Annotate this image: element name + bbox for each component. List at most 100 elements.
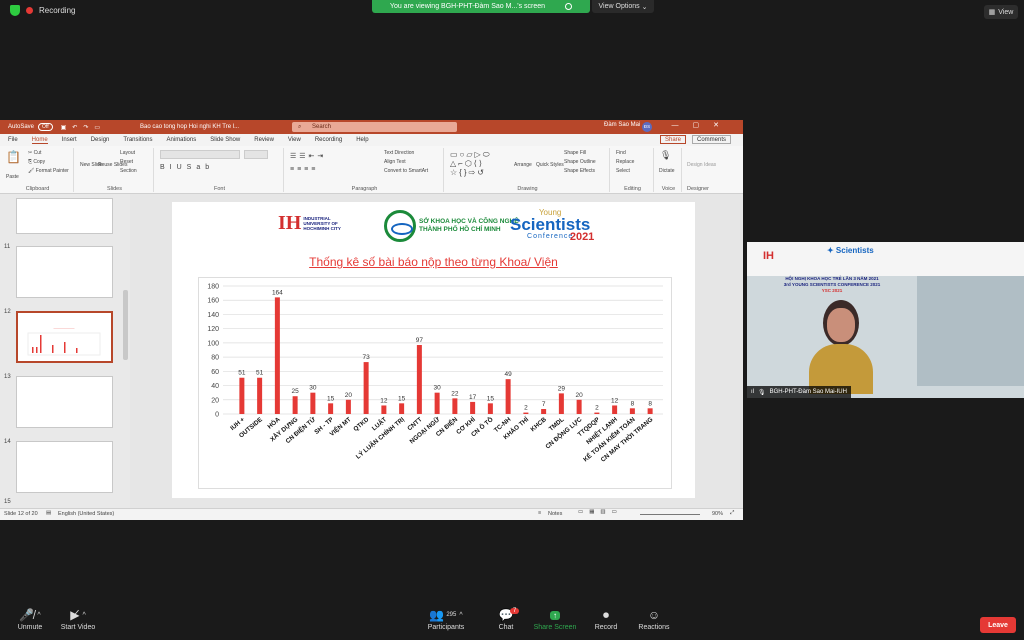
bar <box>629 408 635 414</box>
autosave-toggle[interactable]: Off <box>38 123 53 131</box>
bar <box>416 345 422 414</box>
current-slide[interactable]: IH INDUSTRIAL UNIVERSITY OF HOCHIMINH CI… <box>172 202 695 498</box>
slide-editing-area: IH INDUSTRIAL UNIVERSITY OF HOCHIMINH CI… <box>130 194 735 508</box>
recording-dot-icon <box>26 7 33 14</box>
window-controls[interactable]: —▢✕ <box>672 121 733 129</box>
dictate-button[interactable]: Dictate <box>659 168 675 174</box>
share-button[interactable]: Share <box>660 135 687 144</box>
menu-home[interactable]: Home <box>31 137 48 144</box>
menu-file[interactable]: File <box>8 137 18 143</box>
bar-chart-svg: 02040608010012014016018051IUH +51OUTSIDE… <box>207 284 663 464</box>
notes-icon: ≡ <box>538 510 542 516</box>
view-button[interactable]: ▦ View <box>984 5 1018 19</box>
iuh-banner-logo: IH <box>763 250 774 262</box>
menu-recording[interactable]: Recording <box>315 137 342 143</box>
menu-insert[interactable]: Insert <box>62 137 77 143</box>
view-mode-icons[interactable]: ▭▦▥▭ <box>578 509 623 515</box>
slide-thumbnail-11[interactable] <box>16 246 113 298</box>
slides-group: New Slide Reuse Slides Layout Reset Sect… <box>76 148 154 192</box>
thumbnail-scrollbar[interactable] <box>123 290 128 360</box>
redo-icon[interactable]: ↷ <box>83 124 88 131</box>
notes-button[interactable]: Notes <box>548 511 562 517</box>
data-label: 20 <box>345 392 353 399</box>
font-format-buttons[interactable]: BIUSab <box>160 164 214 171</box>
bar <box>434 392 440 414</box>
y-tick-label: 120 <box>207 326 219 333</box>
shapes-gallery[interactable]: ▭○▱▷⬭ △⌐⬡⟨⟩ ☆{}⇨↺ <box>450 150 492 177</box>
data-label: 97 <box>416 337 424 344</box>
copy-button[interactable]: ⎘ Copy <box>28 159 45 165</box>
font-name-box[interactable] <box>160 150 240 159</box>
zoom-level[interactable]: 90% <box>712 511 723 517</box>
menu-transitions[interactable]: Transitions <box>123 137 152 143</box>
department-science-logo: SỞ KHOA HỌC VÀ CÔNG NGHỆ THÀNH PHỐ HỒ CH… <box>384 210 519 242</box>
security-shield-icon[interactable] <box>10 5 20 16</box>
y-tick-label: 100 <box>207 340 219 347</box>
format-painter-button[interactable]: 🖌 Format Painter <box>28 168 69 174</box>
arrange-button[interactable]: Arrange <box>514 162 532 168</box>
bar <box>310 392 316 414</box>
design-ideas-button[interactable]: Design Ideas <box>687 162 716 168</box>
zoom-slider[interactable] <box>640 514 700 515</box>
reactions-label: Reactions <box>638 624 670 631</box>
menu-slide-show[interactable]: Slide Show <box>210 137 240 143</box>
shape-outline-button[interactable]: Shape Outline <box>564 159 596 165</box>
undo-icon[interactable]: ↶ <box>72 124 77 131</box>
start-video-button[interactable]: ▶̸ ^ Start Video <box>48 606 108 640</box>
menu-view[interactable]: View <box>288 137 301 143</box>
font-group: BIUSab Font <box>156 148 284 192</box>
cut-button[interactable]: ✂ Cut <box>28 150 41 156</box>
save-icon[interactable]: ▣ <box>61 124 67 131</box>
menu-help[interactable]: Help <box>356 137 368 143</box>
reset-button[interactable]: Reset <box>120 159 133 165</box>
data-label: 8 <box>648 400 652 407</box>
department-logo-text: SỞ KHOA HỌC VÀ CÔNG NGHỆ <box>419 218 519 225</box>
speaker-video-tile[interactable]: IH ✦ Scientists HỘI NGHỊ KHOA HỌC TRẺ LẦ… <box>747 242 1024 398</box>
paste-button[interactable]: Paste <box>6 174 19 180</box>
fit-slide-icon[interactable]: ⤢ <box>730 510 734 517</box>
y-tick-label: 20 <box>211 397 219 404</box>
slide-thumbnail-13[interactable] <box>16 376 113 428</box>
convert-smartart-button[interactable]: Convert to SmartArt <box>384 168 428 174</box>
search-box[interactable]: ⌕ Search <box>292 122 457 132</box>
data-label: 20 <box>576 392 584 399</box>
participants-button[interactable]: 👥 295 ^ Participants <box>416 606 476 640</box>
slide-count: Slide 12 of 20 <box>4 511 38 517</box>
menu-design[interactable]: Design <box>91 137 110 143</box>
replace-button[interactable]: Replace <box>616 159 634 165</box>
reactions-button[interactable]: ☺ Reactions <box>624 606 684 640</box>
slide-thumbnail-12[interactable]: ——————— <box>16 311 113 363</box>
layout-button[interactable]: Layout <box>120 150 135 156</box>
data-label: 51 <box>256 370 264 377</box>
quick-styles-button[interactable]: Quick Styles <box>536 162 564 168</box>
comments-button[interactable]: Comments <box>692 135 732 144</box>
slide-thumbnail-14[interactable] <box>16 441 113 493</box>
ppt-status-bar: Slide 12 of 20 ▤ English (United States)… <box>0 508 743 520</box>
language-status[interactable]: English (United States) <box>58 511 114 517</box>
section-button[interactable]: Section <box>120 168 137 174</box>
view-options-button[interactable]: View Options ⌄ <box>592 0 654 13</box>
drawing-group-label: Drawing <box>517 186 538 192</box>
font-size-box[interactable] <box>244 150 268 159</box>
leave-button[interactable]: Leave <box>980 617 1016 633</box>
accessibility-icon[interactable]: ▤ <box>46 510 51 516</box>
drawing-group: ▭○▱▷⬭ △⌐⬡⟨⟩ ☆{}⇨↺ Arrange Quick Styles Sha… <box>446 148 610 192</box>
paste-icon[interactable]: 📋 <box>6 150 21 164</box>
x-tick-label: QTKD <box>352 416 371 433</box>
present-icon[interactable]: ▭ <box>94 124 100 131</box>
select-button[interactable]: Select <box>616 168 630 174</box>
data-label: 8 <box>631 400 635 407</box>
microphone-icon[interactable]: 🎙 <box>660 150 671 161</box>
align-icons[interactable]: ≡≡≡≡ <box>290 166 318 173</box>
shape-effects-button[interactable]: Shape Effects <box>564 168 595 174</box>
shape-fill-button[interactable]: Shape Fill <box>564 150 586 156</box>
align-text-button[interactable]: Align Text <box>384 159 406 165</box>
menu-review[interactable]: Review <box>254 137 274 143</box>
user-avatar[interactable]: ĐS <box>642 122 652 132</box>
text-direction-button[interactable]: Text Direction <box>384 150 414 156</box>
list-icons[interactable]: ☰☰⇤⇥ <box>290 152 326 160</box>
slide-number: 11 <box>4 244 11 250</box>
slide-thumbnail-10[interactable] <box>16 198 113 234</box>
menu-animations[interactable]: Animations <box>167 137 197 143</box>
find-button[interactable]: Find <box>616 150 626 156</box>
